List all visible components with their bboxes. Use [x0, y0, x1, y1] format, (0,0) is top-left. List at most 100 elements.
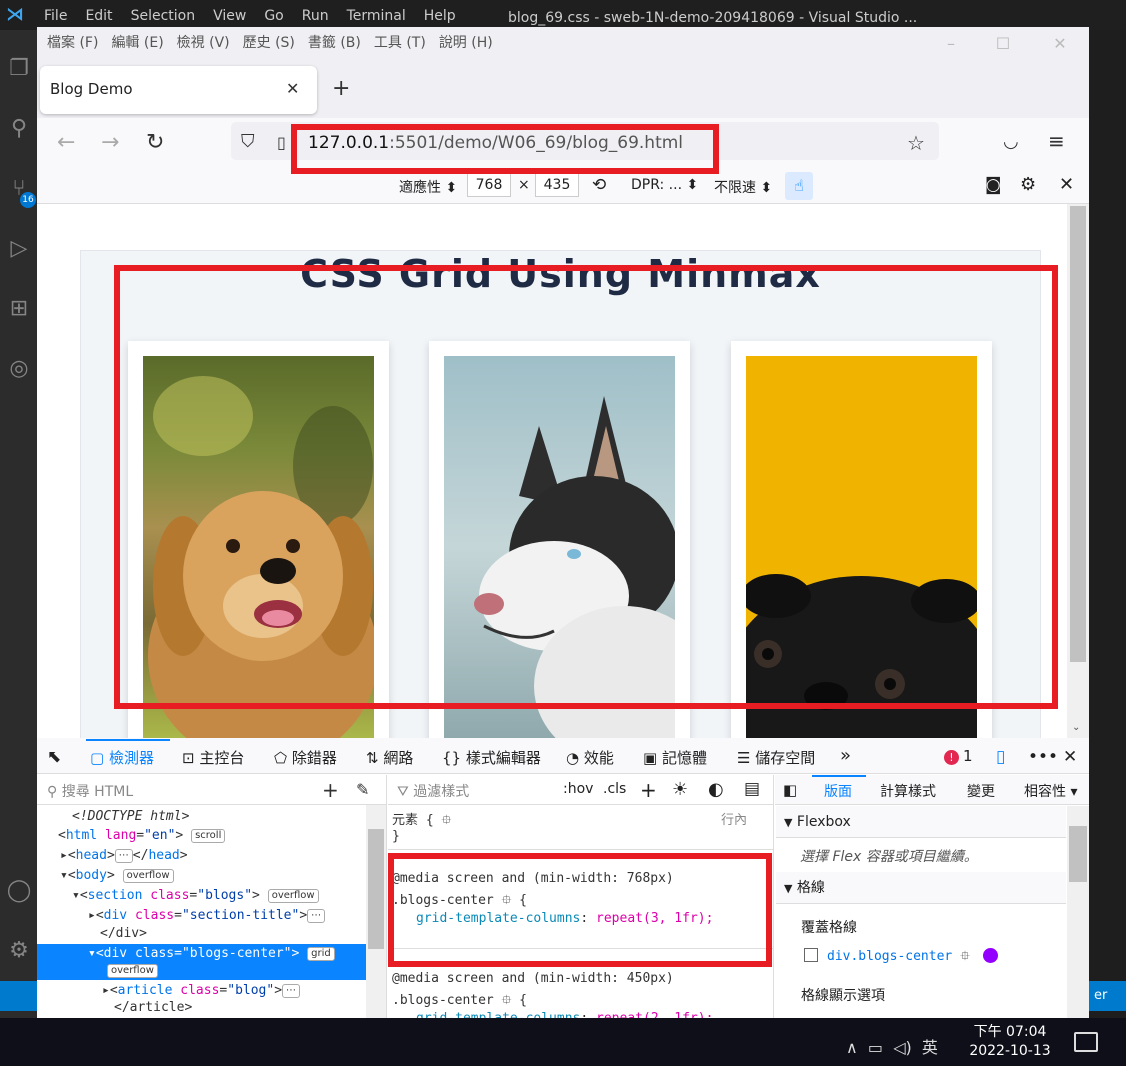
ff-menu-file[interactable]: 檔案 (F): [47, 35, 98, 51]
overflow-badge[interactable]: overflow: [107, 964, 158, 978]
explorer-icon[interactable]: ❐: [4, 54, 34, 84]
vscode-menu-help[interactable]: Help: [424, 8, 456, 24]
close-rdm-icon[interactable]: ✕: [1059, 174, 1074, 195]
search-icon[interactable]: ⚲: [4, 114, 34, 144]
eyedropper-icon[interactable]: ✎: [356, 780, 369, 799]
extensions-icon[interactable]: ⊞: [4, 294, 34, 324]
devtools-options-icon[interactable]: •••: [1028, 747, 1058, 767]
tab-changes[interactable]: 變更: [967, 781, 995, 801]
ff-menu-help[interactable]: 說明 (H): [439, 35, 493, 51]
responsive-mode-icon[interactable]: ▯: [996, 747, 1005, 767]
tab-style-editor[interactable]: {} 樣式編輯器: [442, 747, 541, 768]
network-tray-icon[interactable]: ▭: [868, 1038, 883, 1057]
section-title-node[interactable]: ▸<div class="section-title"> ⋯: [88, 908, 326, 923]
viewport-height-input[interactable]: 435: [535, 173, 579, 197]
grid-badge[interactable]: grid: [307, 947, 335, 961]
add-node-icon[interactable]: +: [322, 778, 339, 802]
article-node[interactable]: ▸<article class="blog"> ⋯: [102, 983, 301, 998]
grid-overlay-item[interactable]: div.blogs-center ⯐: [827, 947, 970, 969]
tab-console[interactable]: ⊡ 主控台: [182, 747, 244, 768]
overflow-badge[interactable]: overflow: [267, 889, 319, 903]
ff-menu-view[interactable]: 檢視 (V): [177, 35, 230, 51]
tab-performance[interactable]: ◔ 效能: [566, 747, 614, 768]
selector-target-icon[interactable]: ⯐: [502, 993, 512, 1008]
cls-toggle[interactable]: .cls: [603, 781, 626, 797]
error-count[interactable]: ! 1: [944, 747, 973, 765]
tab-network[interactable]: ⇅ 網路: [366, 747, 413, 768]
account-icon[interactable]: ◯: [4, 876, 34, 906]
tab-debugger[interactable]: ⬠ 除錯器: [274, 747, 337, 768]
close-window-icon[interactable]: ✕: [1050, 34, 1070, 54]
ff-menu-bookmarks[interactable]: 書籤 (B): [308, 35, 361, 51]
light-scheme-icon[interactable]: ☀: [672, 779, 688, 800]
rotate-icon[interactable]: ⟲: [592, 175, 606, 195]
vscode-menu-terminal[interactable]: Terminal: [347, 8, 406, 24]
filter-styles-input[interactable]: ⛛ 過濾樣式: [397, 781, 469, 801]
toggle-sidebar-icon[interactable]: ◧: [783, 781, 797, 799]
hov-toggle[interactable]: :hov: [563, 781, 593, 797]
element-picker-icon[interactable]: ⬉: [47, 747, 61, 767]
grid-overlay-checkbox[interactable]: [804, 948, 818, 962]
hamburger-menu-icon[interactable]: ≡: [1048, 129, 1065, 153]
remote-icon[interactable]: ◎: [4, 354, 34, 384]
throttle-select[interactable]: 不限速 ⬍: [714, 177, 772, 197]
volume-icon[interactable]: ◁): [893, 1038, 912, 1057]
html-search-input[interactable]: ⚲ 搜尋 HTML: [47, 781, 133, 801]
scroll-down-icon[interactable]: ⌄: [1072, 722, 1080, 733]
shield-icon[interactable]: ⛉: [241, 131, 255, 152]
grid-target-icon[interactable]: ⯐: [960, 949, 970, 964]
div-close-node[interactable]: </div>: [100, 926, 147, 941]
back-icon[interactable]: ←: [57, 130, 75, 155]
vscode-menu-run[interactable]: Run: [302, 8, 329, 24]
tab-layout[interactable]: 版面: [824, 781, 852, 801]
grid-section-header[interactable]: ▼ 格線: [776, 872, 1066, 904]
minimize-icon[interactable]: –: [941, 34, 961, 54]
tab-close-icon[interactable]: ✕: [286, 79, 299, 98]
vscode-menu-view[interactable]: View: [213, 8, 246, 24]
doctype-node[interactable]: <!DOCTYPE html>: [72, 809, 189, 824]
notification-icon[interactable]: [1074, 1032, 1098, 1052]
section-node[interactable]: ▾<section class="blogs"> overflow: [72, 888, 319, 903]
pocket-icon[interactable]: ◡: [1003, 131, 1019, 152]
forward-icon[interactable]: →: [101, 130, 119, 155]
dark-scheme-icon[interactable]: ◐: [708, 779, 724, 800]
print-media-icon[interactable]: ▤: [744, 779, 760, 799]
close-devtools-icon[interactable]: ✕: [1063, 747, 1077, 767]
blogs-center-selector-450[interactable]: .blogs-center ⯐ {: [392, 991, 527, 1013]
tab-computed[interactable]: 計算樣式: [880, 781, 936, 801]
html-node[interactable]: <html lang="en"> scroll: [58, 828, 226, 843]
screenshot-icon[interactable]: ◙: [985, 175, 1002, 195]
ff-menu-history[interactable]: 歷史 (S): [243, 35, 295, 51]
new-tab-icon[interactable]: +: [332, 76, 350, 101]
ime-indicator[interactable]: 英: [922, 1038, 938, 1057]
vscode-menu-go[interactable]: Go: [264, 8, 283, 24]
blogs-center-node[interactable]: ▾<div class="blogs-center"> grid: [88, 946, 335, 961]
tab-inspector[interactable]: ▢ 檢測器: [90, 747, 154, 768]
scroll-badge[interactable]: scroll: [191, 829, 226, 843]
article-close-node[interactable]: </article>: [114, 1000, 192, 1015]
vscode-statusbar-right[interactable]: er: [1088, 981, 1126, 1011]
flexbox-section-header[interactable]: ▼ Flexbox: [776, 806, 1066, 838]
tab-memory[interactable]: ▣ 記憶體: [643, 747, 707, 768]
vscode-menu-edit[interactable]: Edit: [85, 8, 112, 24]
rdm-settings-icon[interactable]: ⚙: [1020, 174, 1036, 195]
device-select[interactable]: 適應性 ⬍: [399, 177, 457, 197]
tab-storage[interactable]: ☰ 儲存空間: [737, 747, 815, 768]
reload-icon[interactable]: ↻: [146, 130, 164, 155]
tab-compatibility[interactable]: 相容性 ▾: [1024, 781, 1077, 801]
grid-color-swatch[interactable]: [983, 948, 998, 963]
add-rule-icon[interactable]: +: [640, 778, 657, 802]
taskbar-clock[interactable]: 下午 07:04 2022-10-13: [968, 1023, 1052, 1061]
settings-gear-icon[interactable]: ⚙: [4, 936, 34, 966]
viewport-width-input[interactable]: 768: [467, 173, 511, 197]
more-tabs-icon[interactable]: »: [840, 745, 851, 766]
body-node[interactable]: ▾<body> overflow: [60, 868, 174, 883]
run-debug-icon[interactable]: ▷: [4, 234, 34, 264]
dpr-select[interactable]: DPR: ... ⬍: [631, 177, 698, 193]
touch-simulation-icon[interactable]: ☝: [785, 172, 813, 200]
overflow-badge[interactable]: overflow: [122, 869, 174, 883]
ff-menu-edit[interactable]: 編輯 (E): [111, 35, 163, 51]
head-node[interactable]: ▸<head> ⋯ </head>: [60, 848, 188, 863]
vscode-menu-selection[interactable]: Selection: [131, 8, 196, 24]
layout-scrollbar-thumb[interactable]: [1069, 826, 1087, 882]
